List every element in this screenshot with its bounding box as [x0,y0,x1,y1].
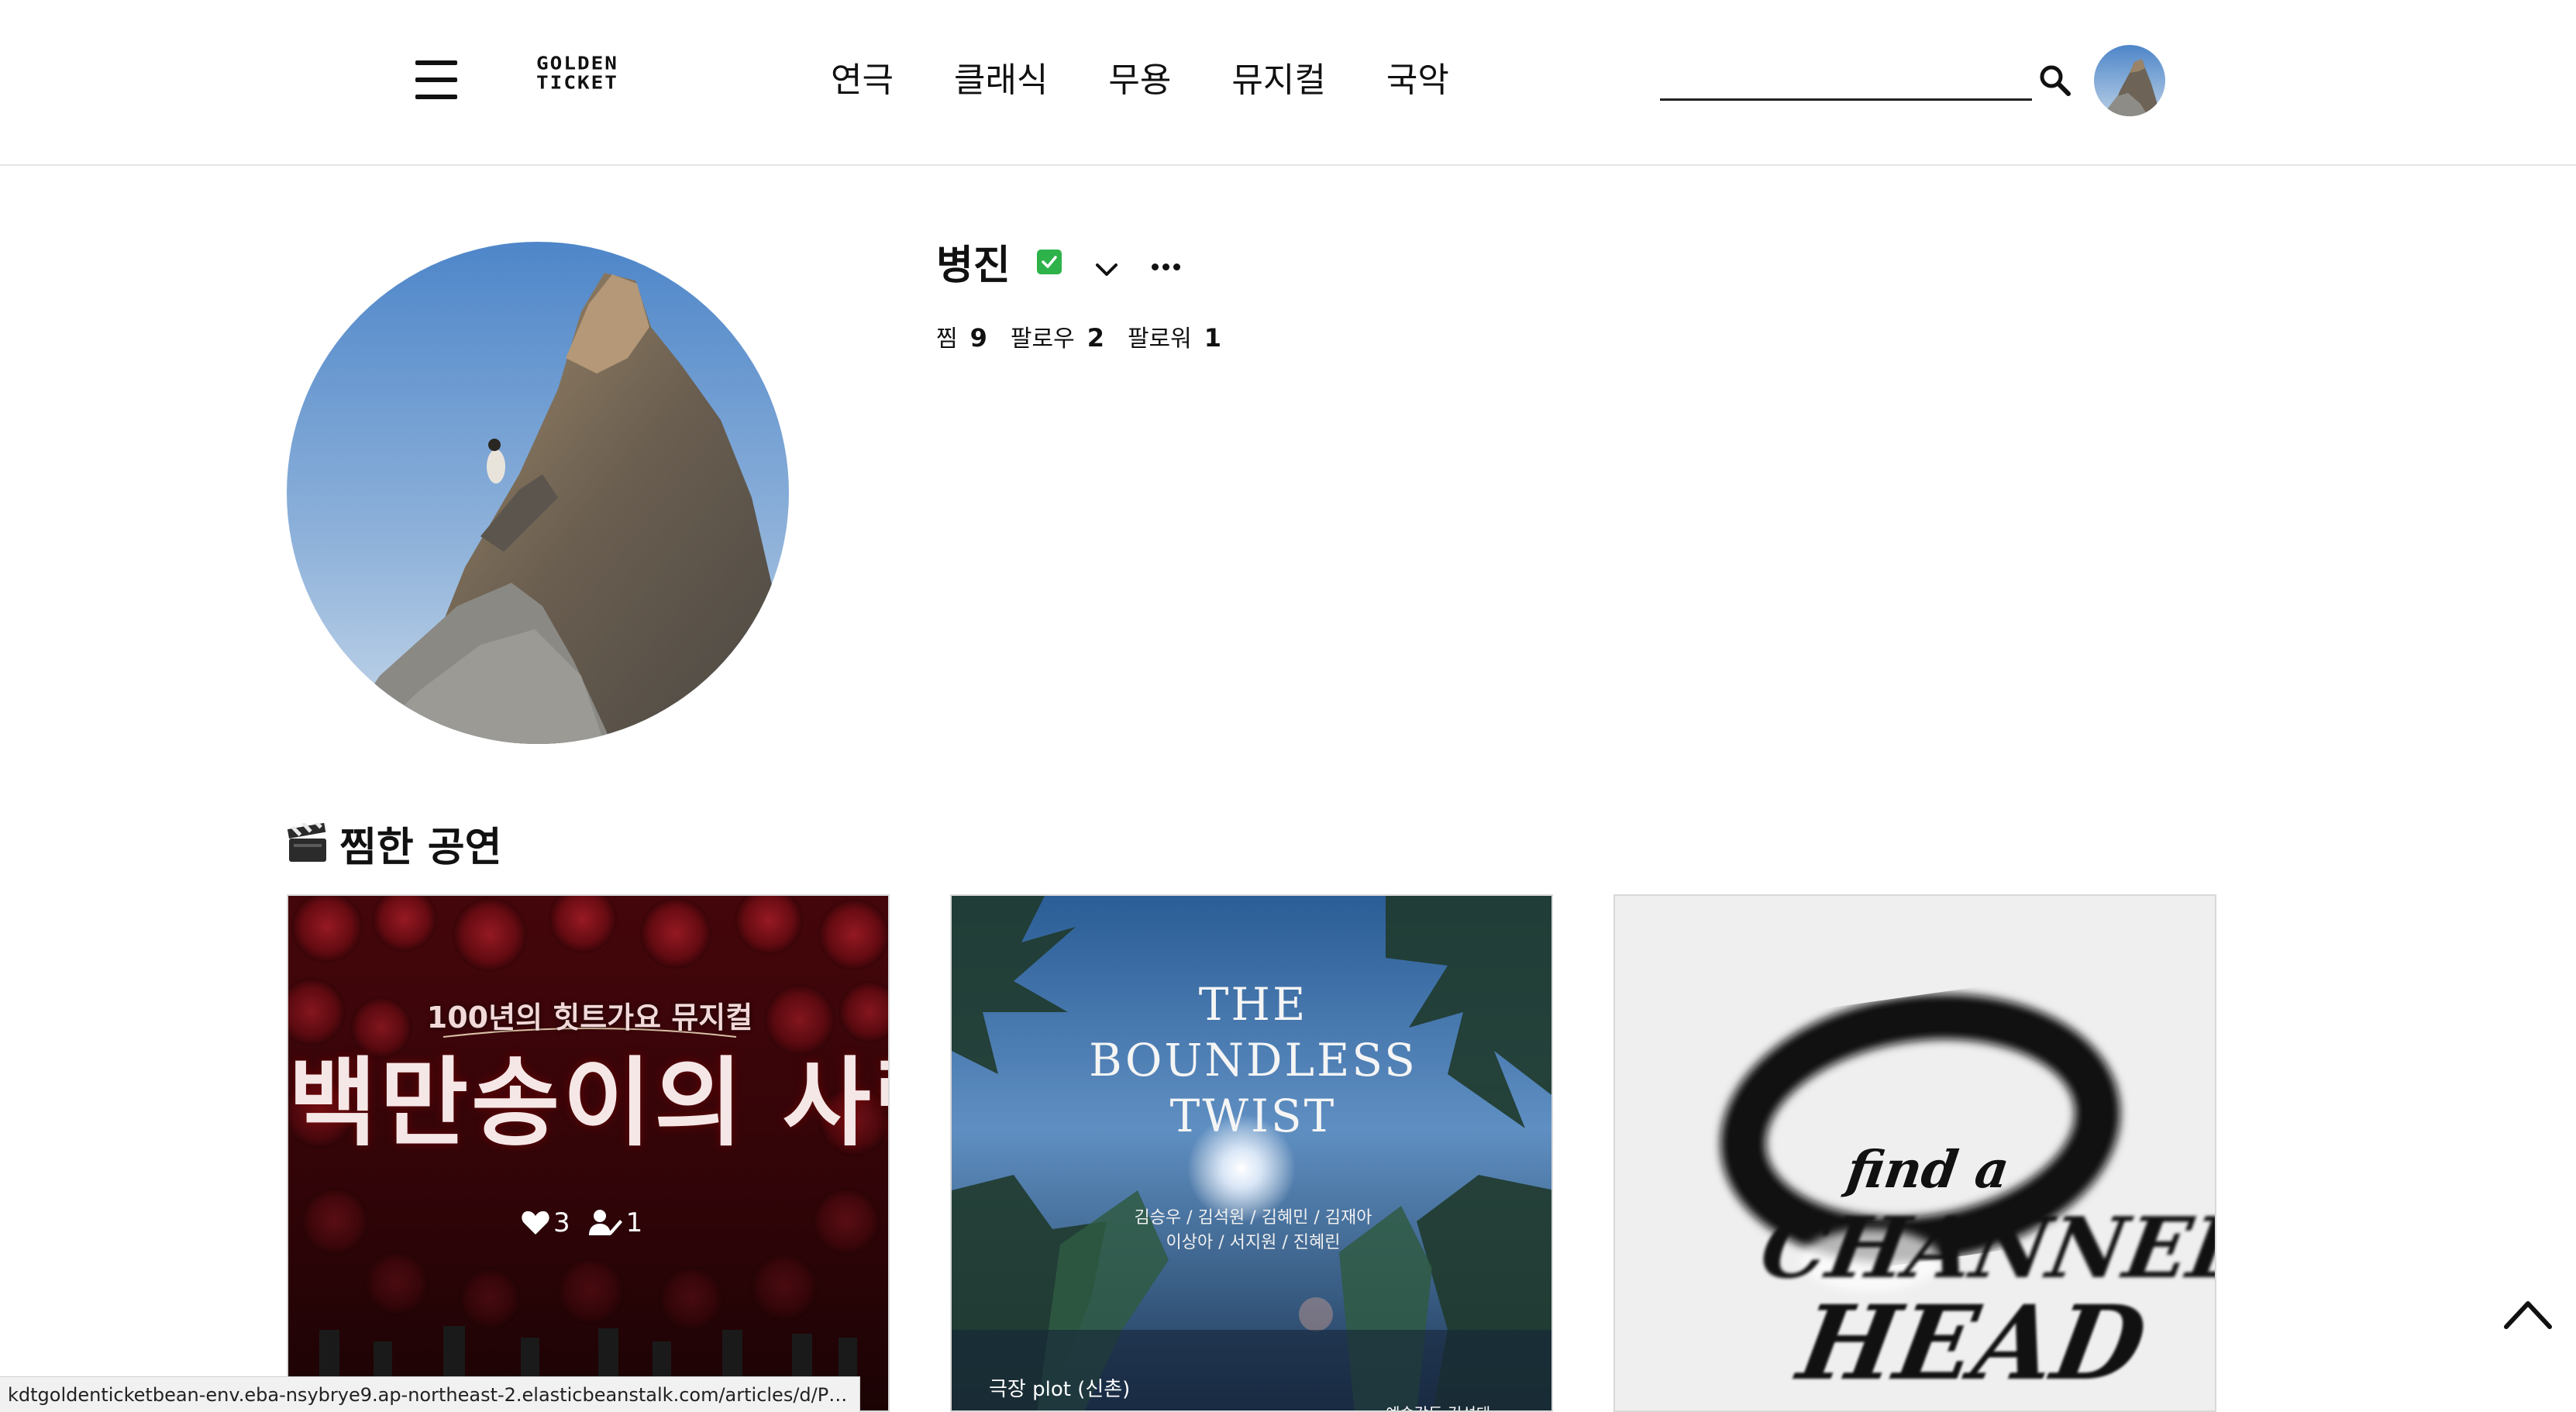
card-cast-line-1: 김승우 / 김석원 / 김혜민 / 김재아 [1134,1208,1372,1228]
card-credit: 예술감독 김석태 [1386,1401,1490,1410]
performance-card[interactable]: 100년의 힛트가요 뮤지컬 백만송이의 사랑 3 1 [287,894,890,1412]
scroll-to-top-icon[interactable] [2502,1293,2554,1333]
user-edit-icon [587,1209,623,1237]
chevron-down-icon[interactable] [1091,256,1122,284]
card-title-line-3: TWIST [1169,1090,1337,1142]
user-avatar[interactable] [2094,45,2165,116]
verified-icon [1037,250,1062,274]
profile-name: 병진 [936,243,1011,289]
search-icon[interactable] [2038,64,2072,98]
nav-item-musical[interactable]: 뮤지컬 [1231,56,1325,105]
card-title-line-2: BOUNDLESS [1089,1034,1417,1087]
logo[interactable]: GOLDEN TICKET [504,54,651,98]
stat-following[interactable]: 팔로우 2 [1011,319,1104,353]
stat-followers-label: 팔로워 [1127,325,1192,353]
section-title: 찜한 공연 [339,824,502,871]
participants-count: 1 [625,1207,643,1238]
stat-likes-value: 9 [969,323,987,353]
logo-line-1: GOLDEN [536,53,618,74]
stat-following-value: 2 [1087,323,1104,353]
nav-item-theater[interactable]: 연극 [831,56,894,105]
section-header: 찜한 공연 [287,812,501,874]
nav-item-gugak[interactable]: 국악 [1386,56,1449,105]
stat-likes[interactable]: 찜 9 [936,319,987,353]
card-cast-line-2: 이상아 / 서지원 / 진혜린 [1166,1233,1341,1252]
profile-stats: 찜 9 팔로우 2 팔로워 1 [936,319,1245,353]
card-venue: 극장 plot (신촌) [989,1378,1131,1401]
genre-nav: 연극 클래식 무용 뮤지컬 국악 [831,56,1510,105]
logo-line-2: TICKET [536,72,618,94]
likes-count: 3 [553,1207,570,1238]
more-options-icon[interactable] [1147,251,1184,282]
stat-following-label: 팔로우 [1010,325,1075,353]
heart-icon [521,1210,550,1236]
card-title: THE BOUNDLESS TWIST [952,976,1551,1144]
card-text-1: find a [1843,1139,2013,1200]
card-title: 백만송이의 사랑 [288,1048,888,1159]
card-subtitle: 100년의 힛트가요 뮤지컬 [426,1000,753,1035]
stat-followers-value: 1 [1204,323,1222,353]
nav-item-dance[interactable]: 무용 [1108,56,1171,105]
profile-avatar [287,242,789,744]
performance-card[interactable]: find a CHANNEL HEAD [1613,894,2216,1412]
card-text-3: HEAD [1790,1283,2154,1403]
top-header: GOLDEN TICKET 연극 클래식 무용 뮤지컬 국악 [0,0,2576,166]
clapperboard-icon [287,818,329,863]
menu-icon[interactable] [415,59,457,101]
card-cast: 김승우 / 김석원 / 김혜민 / 김재아 이상아 / 서지원 / 진혜린 [952,1206,1551,1255]
nav-item-classic[interactable]: 클래식 [954,56,1048,105]
card-counts: 3 1 [521,1207,642,1238]
stat-followers[interactable]: 팔로워 1 [1128,319,1221,353]
stat-likes-label: 찜 [936,325,958,353]
search-input[interactable] [1660,60,2032,101]
link-status-bar: kdtgoldenticketbean-env.eba-nsybrye9.ap-… [0,1376,860,1412]
performance-card[interactable]: THE BOUNDLESS TWIST 김승우 / 김석원 / 김혜민 / 김재… [950,894,1553,1412]
card-title-line-1: THE [1198,978,1308,1031]
